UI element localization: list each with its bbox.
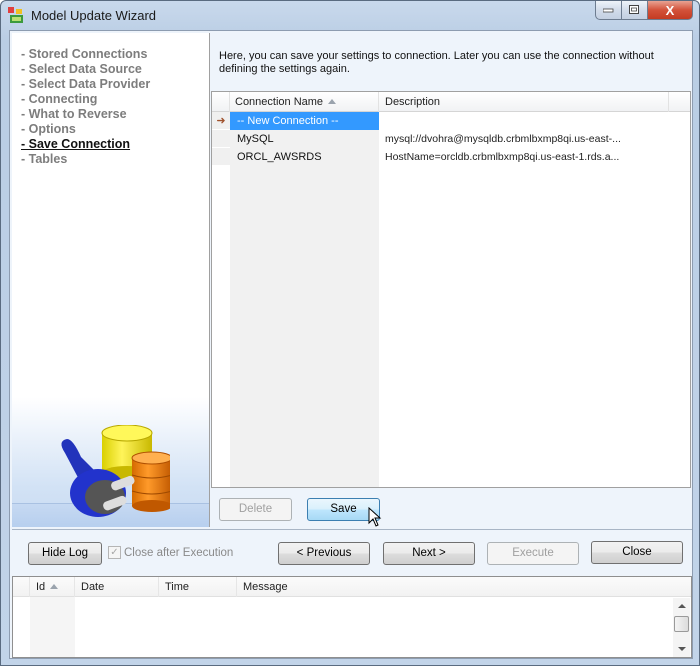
wizard-step: - Select Data Source: [21, 62, 142, 76]
close-after-execution-checkbox[interactable]: ✓ Close after Execution: [108, 546, 233, 559]
app-icon: [8, 7, 23, 23]
instructions-text: Here, you can save your settings to conn…: [219, 50, 654, 75]
log-column-message[interactable]: Message: [237, 577, 689, 597]
previous-button[interactable]: < Previous: [278, 542, 370, 565]
row-header[interactable]: [212, 148, 230, 166]
window-title: Model Update Wizard: [31, 8, 156, 23]
connection-name-cell[interactable]: -- New Connection --: [230, 112, 379, 130]
steps-panel: - Stored Connections - Select Data Source…: [12, 33, 210, 527]
column-header-connection-name[interactable]: Connection Name: [230, 92, 379, 112]
maximize-icon: [629, 5, 639, 14]
grid-header: Connection Name Description: [212, 92, 690, 112]
connections-grid[interactable]: Connection Name Description ➜ -- New Conn…: [211, 91, 691, 488]
connection-description-cell[interactable]: mysql://dvohra@mysqldb.crbmlbxmp8qi.us-e…: [385, 130, 675, 148]
wizard-window: Model Update Wizard X - Stored Connectio…: [0, 0, 700, 666]
steps-list: - Stored Connections - Select Data Source…: [21, 47, 150, 167]
row-header-corner: [212, 92, 230, 112]
log-column-id[interactable]: Id: [30, 577, 75, 597]
log-vertical-scrollbar[interactable]: [673, 598, 690, 657]
connection-row[interactable]: ORCL_AWSRDS HostName=orcldb.crbmlbxmp8qi.…: [212, 148, 690, 166]
log-column-date[interactable]: Date: [75, 577, 159, 597]
wizard-step: - Select Data Provider: [21, 77, 151, 91]
wizard-step: - Save Connection: [21, 137, 131, 151]
log-grid[interactable]: Id Date Time Message: [12, 576, 692, 658]
row-header[interactable]: [212, 130, 230, 148]
column-header-description[interactable]: Description: [379, 92, 669, 112]
minimize-button[interactable]: [595, 1, 622, 20]
scroll-up-icon[interactable]: [678, 604, 686, 608]
mouse-cursor-icon: [368, 507, 382, 527]
sort-ascending-icon: [328, 99, 337, 104]
execute-button[interactable]: Execute: [487, 542, 579, 565]
close-window-button[interactable]: X: [648, 1, 693, 20]
save-connection-panel: Here, you can save your settings to conn…: [211, 33, 691, 527]
database-plug-illustration: [61, 425, 170, 517]
hide-log-button[interactable]: Hide Log: [28, 542, 102, 565]
scrollbar-thumb[interactable]: [674, 616, 689, 632]
connection-name-cell[interactable]: MySQL: [230, 130, 379, 148]
log-column-time[interactable]: Time: [159, 577, 237, 597]
wizard-step: - Tables: [21, 152, 68, 166]
scroll-down-icon[interactable]: [678, 647, 686, 651]
wizard-body: - Stored Connections - Select Data Source…: [9, 30, 693, 659]
connection-row[interactable]: MySQL mysql://dvohra@mysqldb.crbmlbxmp8qi…: [212, 130, 690, 148]
sort-ascending-icon: [50, 584, 59, 589]
current-row-arrow-icon[interactable]: ➜: [212, 112, 230, 130]
connection-description-cell[interactable]: [385, 112, 675, 130]
close-button[interactable]: Close: [591, 541, 683, 564]
checkmark-icon: ✓: [108, 546, 121, 559]
wizard-step: - Connecting: [21, 92, 98, 106]
wizard-footer: Hide Log ✓ Close after Execution < Previ…: [12, 529, 692, 573]
close-icon: X: [665, 2, 675, 18]
connection-description-cell[interactable]: HostName=orcldb.crbmlbxmp8qi.us-east-1.r…: [385, 148, 675, 166]
connection-name-cell[interactable]: ORCL_AWSRDS: [230, 148, 379, 166]
minimize-icon: [603, 8, 614, 12]
wizard-step: - Stored Connections: [21, 47, 148, 61]
next-button[interactable]: Next >: [383, 542, 475, 565]
connection-row[interactable]: ➜ -- New Connection --: [212, 112, 690, 130]
log-header: Id Date Time Message: [13, 577, 691, 597]
wizard-step: - Options: [21, 122, 76, 136]
wizard-step: - What to Reverse: [21, 107, 127, 121]
delete-button[interactable]: Delete: [219, 498, 292, 521]
title-bar[interactable]: Model Update Wizard X: [1, 1, 699, 30]
maximize-button[interactable]: [622, 1, 648, 20]
